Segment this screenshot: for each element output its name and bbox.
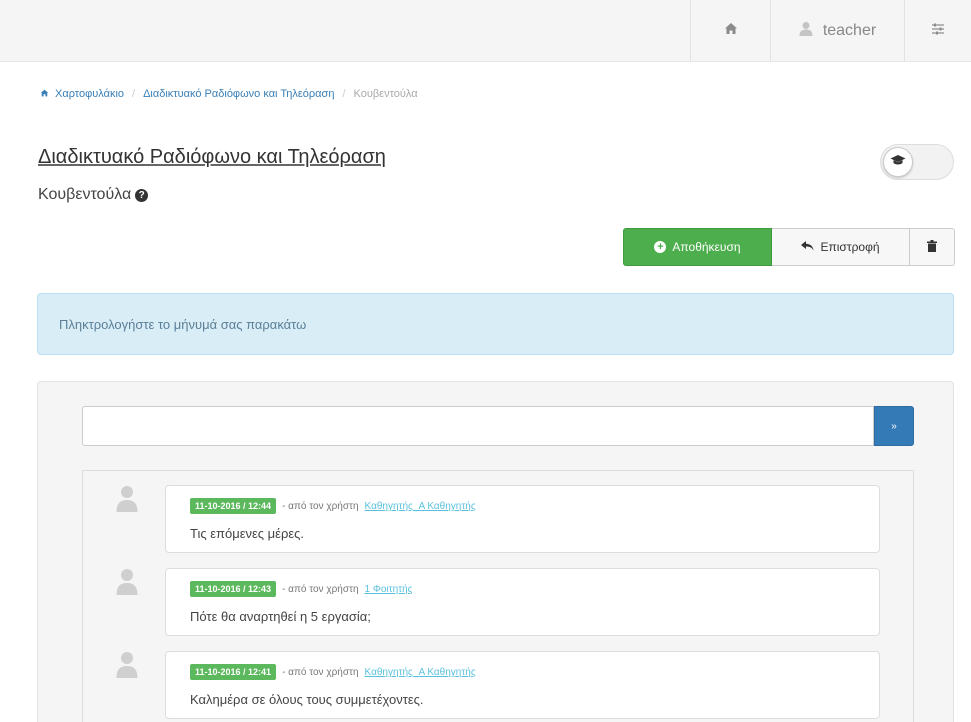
- reply-icon: [801, 240, 814, 254]
- page-subtitle: Κουβεντούλα ?: [38, 186, 149, 204]
- message-meta: 11-10-2016 / 12:44 - από τον χρήστη Καθη…: [190, 498, 476, 514]
- help-icon[interactable]: ?: [135, 188, 149, 202]
- user-icon: [799, 21, 813, 42]
- breadcrumb-portfolio[interactable]: Χαρτοφυλάκιο: [55, 88, 124, 100]
- avatar-icon: [116, 651, 138, 681]
- breadcrumb-separator: /: [342, 88, 346, 100]
- graduation-cap-icon: [890, 153, 906, 171]
- save-button[interactable]: + Αποθήκευση: [623, 228, 772, 266]
- course-title[interactable]: Διαδικτυακό Ραδιόφωνο και Τηλεόραση: [38, 146, 386, 169]
- message-meta: 11-10-2016 / 12:41 - από τον χρήστη Καθη…: [190, 664, 476, 680]
- message-timestamp: 11-10-2016 / 12:44: [190, 498, 277, 514]
- message-text: Τις επόμενες μέρες.: [190, 526, 305, 541]
- back-button-label: Επιστροφή: [820, 240, 880, 254]
- by-user-label: - από τον χρήστη: [282, 666, 359, 678]
- message-timestamp: 11-10-2016 / 12:43: [190, 581, 277, 597]
- message-meta: 11-10-2016 / 12:43 - από τον χρήστη 1 Φο…: [190, 581, 412, 597]
- home-icon: [40, 88, 49, 100]
- teacher-view-toggle[interactable]: [880, 144, 954, 180]
- plus-circle-icon: +: [654, 241, 667, 253]
- avatar-icon: [116, 485, 138, 515]
- message-user-link[interactable]: 1 Φοιτητής: [365, 584, 413, 595]
- message-text: Καλημέρα σε όλους τους συμμετέχοντες.: [190, 692, 424, 707]
- message-item: 11-10-2016 / 12:43 - από τον χρήστη 1 Φο…: [83, 568, 913, 638]
- info-alert-text: Πληκτρολογήστε το μήνυμά σας παρακάτω: [59, 316, 307, 332]
- message-user-link[interactable]: Καθηγητής_Α Καθηγητής: [365, 501, 476, 512]
- home-button[interactable]: [690, 0, 770, 62]
- avatar-icon: [116, 568, 138, 598]
- message-bubble: 11-10-2016 / 12:44 - από τον χρήστη Καθη…: [165, 485, 880, 553]
- message-user-link[interactable]: Καθηγητής_Α Καθηγητής: [365, 667, 476, 678]
- message-item: 11-10-2016 / 12:41 - από τον χρήστη Καθη…: [83, 651, 913, 721]
- message-bubble: 11-10-2016 / 12:43 - από τον χρήστη 1 Φο…: [165, 568, 880, 636]
- delete-button[interactable]: [910, 228, 955, 266]
- page-subtitle-text: Κουβεντούλα: [38, 186, 132, 203]
- save-button-label: Αποθήκευση: [672, 240, 741, 254]
- top-navbar: teacher: [0, 0, 971, 62]
- message-timestamp: 11-10-2016 / 12:41: [190, 664, 277, 680]
- username: teacher: [822, 22, 877, 39]
- info-alert: Πληκτρολογήστε το μήνυμά σας παρακάτω: [37, 293, 954, 355]
- back-button[interactable]: Επιστροφή: [772, 228, 910, 266]
- message-input[interactable]: [82, 406, 874, 446]
- sliders-icon: [931, 22, 945, 40]
- breadcrumb: Χαρτοφυλάκιο / Διαδικτυακό Ραδιόφωνο και…: [40, 88, 418, 100]
- breadcrumb-current: Κουβεντούλα: [353, 88, 418, 100]
- settings-button[interactable]: [904, 0, 971, 62]
- by-user-label: - από τον χρήστη: [282, 583, 359, 595]
- message-item: 11-10-2016 / 12:44 - από τον χρήστη Καθη…: [83, 485, 913, 555]
- message-text: Πότε θα αναρτηθεί η 5 εργασία;: [190, 609, 371, 624]
- send-button-label: »: [891, 420, 897, 432]
- breadcrumb-separator: /: [132, 88, 136, 100]
- trash-icon: [927, 239, 937, 255]
- message-bubble: 11-10-2016 / 12:41 - από τον χρήστη Καθη…: [165, 651, 880, 719]
- user-menu[interactable]: teacher: [770, 0, 904, 62]
- breadcrumb-course[interactable]: Διαδικτυακό Ραδιόφωνο και Τηλεόραση: [143, 88, 334, 100]
- home-icon: [724, 22, 738, 40]
- messages-list[interactable]: 11-10-2016 / 12:44 - από τον χρήστη Καθη…: [82, 470, 914, 722]
- send-button[interactable]: »: [874, 406, 914, 446]
- by-user-label: - από τον χρήστη: [282, 500, 359, 512]
- toggle-knob: [883, 147, 913, 177]
